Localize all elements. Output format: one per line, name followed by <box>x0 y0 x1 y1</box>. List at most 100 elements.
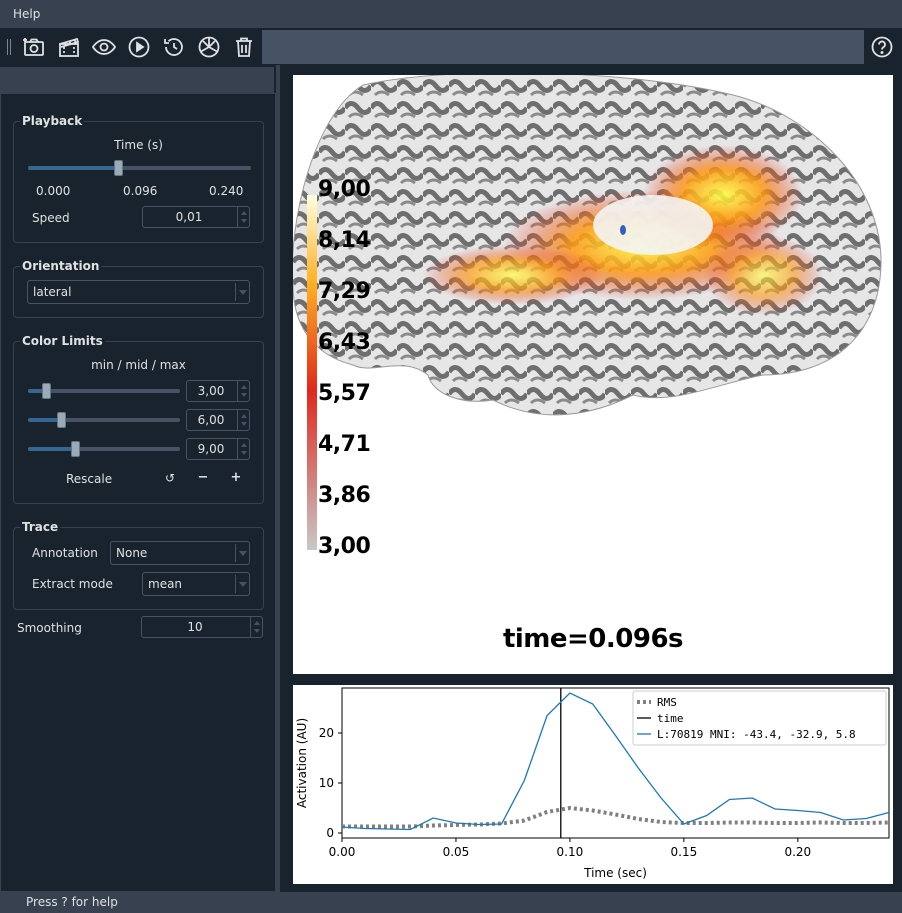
trace-plot-canvas: 0.00 0.05 0.10 0.15 0.20 0 10 20 Time (sec) Activ… <box>295 687 890 880</box>
speed-spinbox[interactable]: 0,01 <box>142 206 250 228</box>
smoothing-value: 10 <box>187 620 203 634</box>
playback-title: Playback <box>20 114 85 128</box>
max-slider-handle[interactable] <box>70 441 80 457</box>
extract-mode-select[interactable]: mean <box>142 572 250 596</box>
x-tick-label: 0.00 <box>329 845 356 859</box>
speed-label: Speed <box>32 211 70 225</box>
colorbar-tick-label: 3,86 <box>318 483 371 508</box>
movie-icon <box>59 37 80 57</box>
help-button[interactable] <box>868 34 896 60</box>
colorbar-tick-label: 7,29 <box>318 279 371 304</box>
time-max-label: 0.240 <box>209 184 244 198</box>
color-limits-title: Color Limits <box>20 334 105 348</box>
status-text: Press ? for help <box>26 895 118 909</box>
screenshot-icon <box>23 38 44 56</box>
playback-group: Playback Time (s) 0.000 0.096 0.240 Spee… <box>13 114 264 243</box>
min-spin-arrows[interactable] <box>237 381 249 401</box>
menu-help[interactable]: Help <box>13 7 40 21</box>
min-slider-handle[interactable] <box>42 383 52 399</box>
play-icon <box>128 36 150 58</box>
x-tick-label: 0.10 <box>557 845 584 859</box>
mid-value: 6,00 <box>197 413 225 427</box>
dock-title-bar[interactable] <box>0 67 274 93</box>
smoothing-spin-arrows[interactable] <box>250 617 262 637</box>
extract-mode-value: mean <box>148 577 183 591</box>
smoothing-label: Smoothing <box>17 621 82 635</box>
decrease-limits-button[interactable]: − <box>194 470 212 485</box>
legend-rms-label: RMS <box>657 696 677 709</box>
max-spinbox[interactable]: 9,00 <box>186 438 250 460</box>
max-spin-arrows[interactable] <box>237 439 249 459</box>
speed-spin-arrows[interactable] <box>237 207 249 227</box>
mid-spin-arrows[interactable] <box>237 410 249 430</box>
reset-limits-button[interactable]: ↺ <box>161 471 179 485</box>
time-annotation: time=0.096s <box>502 624 684 654</box>
annotation-select[interactable]: None <box>110 541 250 565</box>
min-value: 3,00 <box>197 384 225 398</box>
reset-icon <box>164 38 183 56</box>
orientation-group: Orientation lateral <box>13 259 264 318</box>
restore-button[interactable] <box>195 34 223 60</box>
toolbar-grip[interactable] <box>7 39 11 55</box>
y-tick-label: 20 <box>319 726 334 740</box>
colorbar <box>307 195 317 550</box>
time-slider[interactable] <box>28 160 251 176</box>
time-min-label: 0.000 <box>36 184 71 198</box>
chevron-down-icon[interactable] <box>235 544 249 562</box>
time-slider-handle[interactable] <box>113 160 123 176</box>
x-tick-label: 0.05 <box>443 845 470 859</box>
color-limits-header: min / mid / max <box>91 358 186 372</box>
clear-icon <box>236 37 252 57</box>
increase-limits-button[interactable]: + <box>227 470 245 485</box>
reset-button[interactable] <box>160 34 188 60</box>
dock-splitter[interactable] <box>276 65 280 892</box>
trace-group: Trace Annotation None Extract mode mean <box>13 520 264 610</box>
brain-viewer[interactable]: 9,00 8,14 7,29 6,43 5,57 4,71 3,86 3,00 time=0.… <box>293 75 893 674</box>
time-label: Time (s) <box>114 138 163 152</box>
annotation-value: None <box>116 546 148 560</box>
chevron-down-icon[interactable] <box>235 575 249 593</box>
dock-body: Playback Time (s) 0.000 0.096 0.240 Spee… <box>0 93 276 892</box>
brain-surface <box>293 75 882 550</box>
legend-trace-label: L:70819 MNI: -43.4, -32.9, 5.8 <box>657 728 856 741</box>
trace-title: Trace <box>20 520 61 534</box>
visibility-icon <box>92 39 116 55</box>
play-button[interactable] <box>125 34 153 60</box>
mid-slider-handle[interactable] <box>56 412 66 428</box>
visibility-button[interactable] <box>90 34 118 60</box>
chevron-down-icon[interactable] <box>235 283 249 301</box>
help-icon <box>871 36 893 58</box>
movie-button[interactable] <box>55 34 83 60</box>
y-tick-label: 10 <box>319 776 334 790</box>
annotation-label: Annotation <box>32 546 98 560</box>
speed-value: 0,01 <box>175 210 203 224</box>
colorbar-tick-label: 8,14 <box>318 228 371 253</box>
toolbar-spacer <box>262 30 864 64</box>
x-axis-label: Time (sec) <box>583 866 647 880</box>
orientation-select[interactable]: lateral <box>27 280 250 304</box>
clear-button[interactable] <box>230 34 258 60</box>
menubar: Help <box>0 0 902 29</box>
mid-spinbox[interactable]: 6,00 <box>186 409 250 431</box>
status-bar: Press ? for help <box>0 892 902 913</box>
x-tick-label: 0.15 <box>671 845 698 859</box>
trace-plot[interactable]: 0.00 0.05 0.10 0.15 0.20 0 10 20 Time (sec) Activ… <box>293 685 893 884</box>
colorbar-tick-label: 3,00 <box>318 534 371 559</box>
y-axis-label: Activation (AU) <box>295 718 309 808</box>
colorbar-tick-label: 9,00 <box>318 177 371 202</box>
x-tick-label: 0.20 <box>784 845 811 859</box>
restore-icon <box>198 36 220 58</box>
max-slider[interactable] <box>28 441 180 457</box>
colorbar-tick-label: 4,71 <box>318 432 371 457</box>
mid-slider[interactable] <box>28 412 180 428</box>
orientation-title: Orientation <box>20 259 102 273</box>
legend-time-label: time <box>657 712 684 725</box>
viewer-splitter[interactable] <box>283 675 902 684</box>
smoothing-spinbox[interactable]: 10 <box>141 616 263 638</box>
colorbar-tick-label: 6,43 <box>318 330 371 355</box>
rescale-label: Rescale <box>66 472 113 486</box>
min-spinbox[interactable]: 3,00 <box>186 380 250 402</box>
screenshot-button[interactable] <box>20 34 48 60</box>
toolbar <box>0 29 902 65</box>
min-slider[interactable] <box>28 383 180 399</box>
